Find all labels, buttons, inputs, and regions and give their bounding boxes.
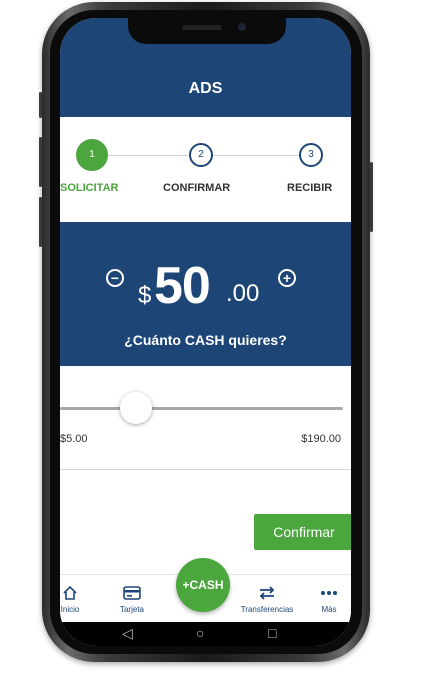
power-button — [370, 162, 373, 232]
slider-track[interactable] — [60, 407, 343, 410]
nav-item-transferencias[interactable]: Transferencias — [232, 585, 302, 614]
step-3-label: RECIBIR — [287, 182, 333, 194]
amount-decimals: .00 — [226, 280, 260, 307]
volume-down-button — [39, 197, 42, 247]
speaker — [182, 25, 222, 30]
front-camera — [238, 23, 246, 31]
increase-amount-button[interactable]: + — [278, 269, 296, 287]
amount-slider: $5.00 $190.00 — [60, 366, 351, 470]
step-connector — [213, 155, 305, 156]
card-icon — [123, 586, 141, 600]
step-1-indicator: 1 — [76, 139, 108, 171]
recents-icon[interactable]: □ — [268, 625, 276, 641]
amount-row: − $ 50 .00 + — [60, 250, 351, 320]
step-1-label: SOLICITAR — [60, 182, 119, 194]
notch — [128, 18, 286, 44]
step-3-indicator: 3 — [299, 143, 323, 167]
nav-label: Tarjeta — [119, 605, 144, 614]
home-circle-icon[interactable]: ○ — [196, 625, 204, 641]
divider — [60, 469, 351, 470]
more-icon — [321, 591, 337, 595]
decrease-amount-button[interactable]: − — [106, 269, 124, 287]
system-nav-bar: ◁ ○ □ — [60, 622, 351, 646]
back-icon[interactable]: ◁ — [122, 625, 133, 642]
app-screen: ADS 1 2 3 SOLICITAR CONFIRMAR RECIBIR − … — [60, 18, 351, 646]
slider-min-label: $5.00 — [60, 433, 88, 445]
nav-label: Más — [321, 605, 337, 614]
amount-prompt: ¿Cuánto CASH quieres? — [124, 332, 287, 348]
amount-value: 50 — [154, 257, 211, 315]
currency-symbol: $ — [138, 282, 152, 309]
cash-fab-button[interactable]: +CASH — [176, 558, 230, 612]
mute-switch — [39, 92, 42, 118]
nav-label: Transferencias — [240, 605, 294, 614]
nav-item-inicio[interactable]: Inicio — [60, 585, 84, 614]
volume-up-button — [39, 137, 42, 187]
nav-item-tarjeta[interactable]: Tarjeta — [112, 585, 152, 614]
nav-item-mas[interactable]: Más — [314, 585, 344, 614]
home-icon — [63, 585, 77, 600]
step-connector — [108, 155, 188, 156]
page-title: ADS — [188, 80, 223, 97]
confirm-button[interactable]: Confirmar — [254, 514, 351, 550]
slider-max-label: $190.00 — [301, 433, 341, 445]
step-2-label: CONFIRMAR — [163, 182, 231, 194]
step-2-indicator: 2 — [189, 143, 213, 167]
stepper: 1 2 3 SOLICITAR CONFIRMAR RECIBIR — [60, 117, 351, 222]
amount-panel: − $ 50 .00 + ¿Cuánto CASH quieres? — [60, 222, 351, 366]
slider-thumb[interactable] — [120, 392, 152, 424]
transfer-icon — [259, 586, 275, 600]
nav-label: Inicio — [60, 605, 80, 614]
